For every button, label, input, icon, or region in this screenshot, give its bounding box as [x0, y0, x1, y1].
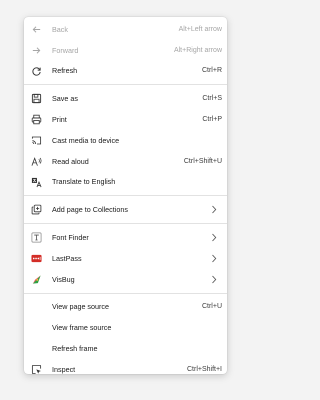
translate-icon: [30, 176, 43, 189]
menu-separator: [24, 195, 227, 197]
menu-item-label: Read aloud: [52, 156, 89, 166]
cast-icon: [30, 134, 43, 147]
menu-item-view-page-source[interactable]: View page source Ctrl+U: [24, 297, 227, 318]
menu-item-label: Cast media to device: [52, 135, 120, 145]
menu-item-shortcut: Ctrl+U: [201, 303, 222, 311]
menu-item-shortcut: Alt+Left arrow: [178, 25, 222, 33]
menu-item-save-as[interactable]: Save as Ctrl+S: [24, 88, 227, 109]
chevron-right-icon: [210, 205, 218, 214]
menu-separator: [24, 84, 227, 86]
save-icon: [30, 92, 43, 105]
menu-item-shortcut: Ctrl+R: [201, 67, 222, 75]
printer-icon: [30, 113, 43, 126]
menu-item-back[interactable]: Back Alt+Left arrow: [24, 19, 227, 40]
menu-item-label: Inspect: [52, 364, 76, 374]
menu-separator: [24, 223, 227, 225]
arrow-left-icon: [30, 23, 43, 36]
menu-item-cast-media[interactable]: Cast media to device: [24, 130, 227, 151]
menu-item-font-finder[interactable]: Font Finder: [24, 227, 227, 248]
menu-item-view-frame-source[interactable]: View frame source: [24, 317, 227, 338]
menu-item-label: VisBug: [52, 274, 75, 284]
menu-item-print[interactable]: Print Ctrl+P: [24, 109, 227, 130]
menu-item-refresh-frame[interactable]: Refresh frame: [24, 338, 227, 359]
menu-item-label: View page source: [52, 302, 110, 312]
menu-item-shortcut: Ctrl+S: [202, 95, 222, 103]
menu-item-label: Back: [52, 24, 68, 34]
context-menu: Back Alt+Left arrow Forward Alt+Right ar…: [24, 17, 227, 374]
visbug-icon: [30, 273, 43, 286]
menu-item-read-aloud[interactable]: Read aloud Ctrl+Shift+U: [24, 151, 227, 172]
inspect-icon: [30, 363, 43, 376]
menu-item-visbug[interactable]: VisBug: [24, 269, 227, 290]
menu-item-forward[interactable]: Forward Alt+Right arrow: [24, 40, 227, 61]
menu-item-label: LastPass: [52, 253, 82, 263]
menu-item-label: Print: [52, 115, 67, 125]
menu-item-shortcut: Ctrl+Shift+U: [183, 157, 222, 165]
menu-item-label: Refresh frame: [52, 344, 98, 354]
menu-item-label: Save as: [52, 94, 78, 104]
arrow-right-icon: [30, 44, 43, 57]
menu-item-shortcut: Ctrl+P: [202, 116, 222, 124]
menu-item-translate[interactable]: Translate to English: [24, 172, 227, 193]
menu-item-label: View frame source: [52, 323, 112, 333]
menu-item-shortcut: Alt+Right arrow: [173, 46, 222, 54]
refresh-icon: [30, 65, 43, 78]
chevron-right-icon: [210, 275, 218, 284]
chevron-right-icon: [210, 254, 218, 263]
menu-item-label: Add page to Collections: [52, 205, 128, 215]
menu-item-inspect[interactable]: Inspect Ctrl+Shift+I: [24, 359, 227, 380]
font-finder-icon: [30, 231, 43, 244]
menu-separator: [24, 292, 227, 294]
menu-item-label: Forward: [52, 45, 79, 55]
read-aloud-icon: [30, 155, 43, 168]
menu-item-shortcut: Ctrl+Shift+I: [186, 365, 222, 373]
menu-item-label: Refresh: [52, 66, 78, 76]
chevron-right-icon: [210, 233, 218, 242]
menu-item-add-to-collections[interactable]: Add page to Collections: [24, 199, 227, 220]
collections-icon: [30, 203, 43, 216]
menu-item-label: Font Finder: [52, 233, 89, 243]
menu-item-lastpass[interactable]: LastPass: [24, 248, 227, 269]
lastpass-icon: [30, 252, 43, 265]
menu-item-label: Translate to English: [52, 177, 116, 187]
menu-item-refresh[interactable]: Refresh Ctrl+R: [24, 61, 227, 82]
